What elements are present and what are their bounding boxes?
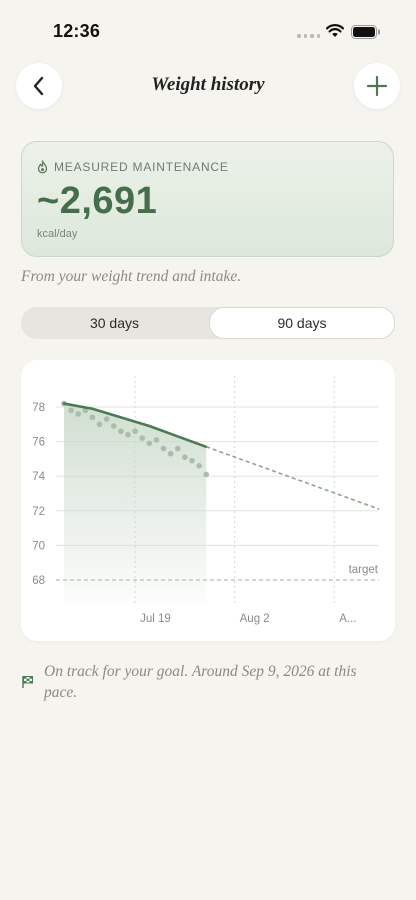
maintenance-subtitle: From your weight trend and intake. [21, 268, 242, 285]
wifi-icon [326, 24, 344, 37]
maintenance-header: MEASURED MAINTENANCE [36, 160, 229, 174]
maintenance-label: MEASURED MAINTENANCE [54, 160, 229, 174]
y-tick-label: 78 [32, 402, 45, 414]
daily-weight-point [96, 421, 103, 428]
goal-text: On track for your goal. Around Sep 9, 20… [44, 663, 357, 701]
daily-weight-point [174, 445, 181, 452]
daily-weight-point [196, 463, 202, 469]
daily-weight-point [132, 428, 138, 435]
y-tick-label: 74 [32, 471, 45, 483]
maintenance-unit: kcal/day [37, 228, 78, 240]
range-option-30-days[interactable]: 30 days [21, 307, 208, 339]
daily-weight-point [203, 471, 210, 478]
status-bar: 12:36 [0, 0, 416, 64]
daily-weight-point [89, 414, 96, 421]
daily-weight-point [189, 457, 195, 464]
daily-weight-point [139, 435, 146, 441]
weight-chart: 78 76 74 72 70 68 target Jul 19 Aug 2 A... [32, 376, 380, 625]
flag-icon [22, 676, 33, 688]
signal-icon [297, 34, 320, 38]
y-tick-label: 72 [32, 506, 45, 518]
daily-weight-point [146, 440, 153, 447]
range-option-90-days[interactable]: 90 days [209, 307, 395, 339]
x-tick-label: A... [339, 613, 356, 625]
weight-chart-card: 78 76 74 72 70 68 target Jul 19 Aug 2 A... [21, 360, 395, 641]
daily-weight-point [167, 450, 174, 457]
plus-icon [366, 75, 388, 97]
add-entry-button[interactable] [354, 63, 400, 109]
status-time: 12:36 [53, 21, 101, 41]
x-tick-label: Aug 2 [240, 613, 270, 625]
daily-weight-point [68, 407, 74, 414]
maintenance-value: ~2,691 [37, 180, 158, 222]
daily-weight-point [110, 423, 117, 429]
y-tick-label: 68 [32, 575, 45, 587]
maintenance-card: MEASURED MAINTENANCE ~2,691 kcal/day [21, 141, 394, 257]
flame-icon [37, 160, 48, 174]
daily-weight-point [153, 437, 160, 443]
daily-weight-point [125, 431, 131, 438]
projection-line [205, 446, 380, 510]
target-label: target [349, 564, 379, 576]
battery-icon [351, 25, 380, 39]
range-toggle: 30 days 90 days [21, 307, 395, 339]
daily-weight-point [103, 416, 110, 422]
y-tick-label: 70 [32, 540, 45, 552]
daily-weight-point [160, 445, 167, 452]
x-tick-label: Jul 19 [140, 613, 171, 625]
daily-weight-point [118, 428, 124, 435]
y-tick-label: 76 [32, 437, 45, 449]
daily-weight-point [182, 454, 188, 460]
daily-weight-point [75, 411, 82, 417]
